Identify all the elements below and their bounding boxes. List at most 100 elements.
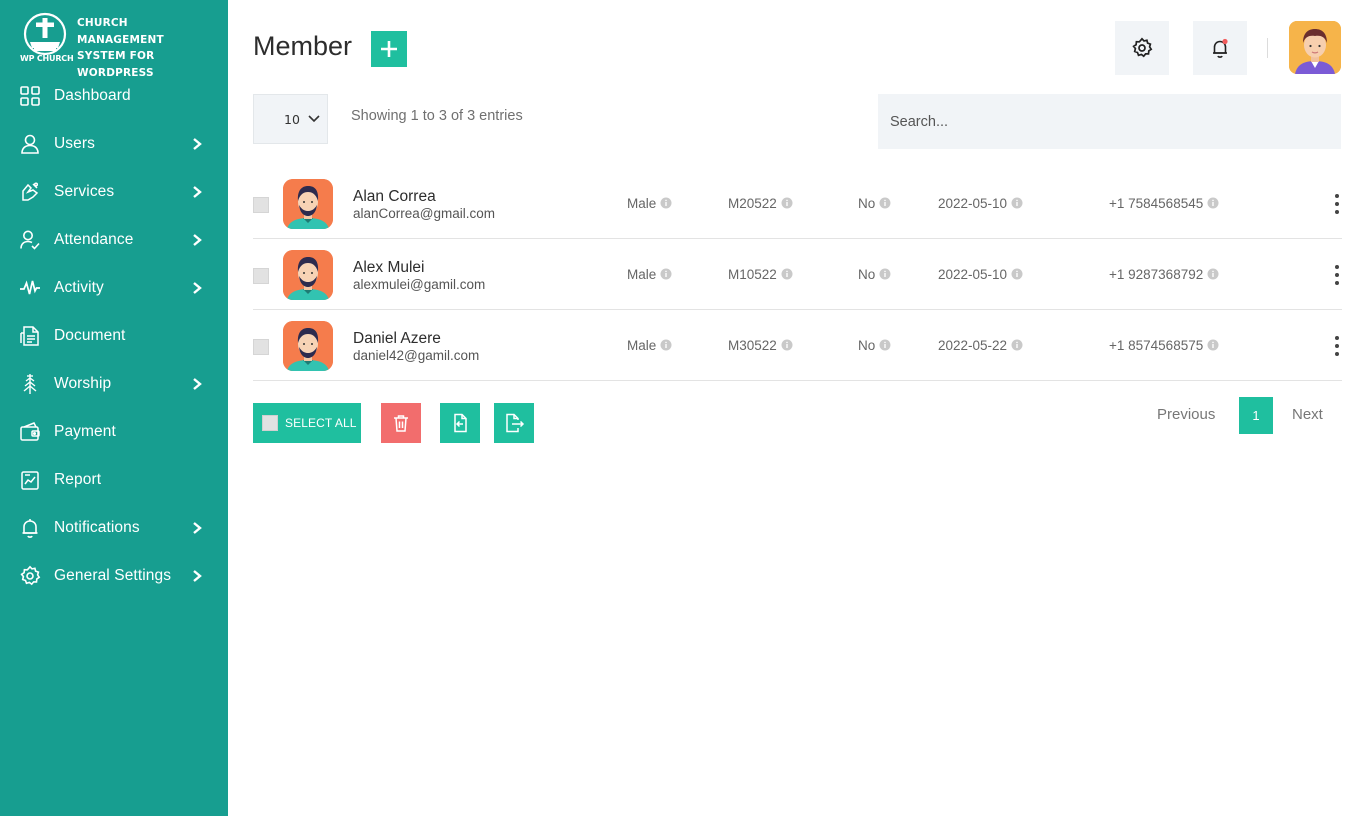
sidebar-item-services[interactable]: Services — [0, 168, 228, 216]
member-id: M20522 — [728, 196, 793, 211]
chevron-right-icon — [193, 138, 202, 150]
sidebar-item-label: Attendance — [54, 231, 134, 248]
info-icon[interactable] — [879, 197, 891, 209]
select-all-label: SELECT ALL — [285, 416, 357, 430]
search-input[interactable] — [878, 94, 1341, 149]
member-avatar — [283, 179, 333, 229]
info-icon[interactable] — [1207, 197, 1219, 209]
brand-caption: WP CHURCH — [20, 54, 74, 63]
attendance-icon — [20, 230, 40, 250]
import-icon — [454, 413, 467, 433]
sidebar-item-users[interactable]: Users — [0, 120, 228, 168]
info-icon[interactable] — [660, 268, 672, 280]
row-checkbox[interactable] — [253, 197, 269, 213]
member-date-value: 2022-05-22 — [938, 338, 1008, 353]
member-avatar — [283, 250, 333, 300]
info-icon[interactable] — [1207, 339, 1219, 351]
member-phone: +1 7584568545 — [1109, 196, 1219, 211]
notifications-button[interactable] — [1193, 21, 1247, 75]
sidebar-item-label: Users — [54, 135, 95, 152]
sidebar-item-activity[interactable]: Activity — [0, 264, 228, 312]
info-icon[interactable] — [781, 197, 793, 209]
info-icon[interactable] — [660, 339, 672, 351]
info-icon[interactable] — [1207, 268, 1219, 280]
activity-icon — [20, 280, 40, 295]
payment-icon — [20, 422, 40, 441]
pagination-next[interactable]: Next — [1292, 406, 1323, 423]
info-icon[interactable] — [1011, 339, 1023, 351]
chevron-right-icon — [193, 570, 202, 582]
info-icon[interactable] — [879, 268, 891, 280]
member-status: No — [858, 196, 891, 211]
sidebar: WP CHURCH CHURCH MANAGEMENT SYSTEM FOR W… — [0, 0, 228, 816]
member-avatar — [283, 321, 333, 371]
user-avatar[interactable] — [1289, 21, 1341, 74]
brand-name-line: CHURCH MANAGEMENT — [77, 17, 164, 46]
row-checkbox[interactable] — [253, 268, 269, 284]
member-email: alexmulei@gamil.com — [353, 277, 486, 292]
sidebar-item-label: Worship — [54, 375, 112, 392]
sidebar-item-payment[interactable]: Payment — [0, 408, 228, 456]
member-name: Daniel Azere — [353, 330, 441, 347]
worship-icon — [23, 374, 37, 394]
more-options-icon[interactable] — [1333, 264, 1341, 286]
sidebar-nav: Dashboard Users Services Attendance Acti… — [0, 72, 228, 600]
sidebar-item-label: Document — [54, 327, 126, 344]
more-options-icon[interactable] — [1333, 193, 1341, 215]
member-date-value: 2022-05-10 — [938, 267, 1008, 282]
pagination-page-current[interactable]: 1 — [1239, 397, 1273, 434]
info-icon[interactable] — [660, 197, 672, 209]
more-options-icon[interactable] — [1333, 335, 1341, 357]
user-icon — [21, 134, 39, 154]
select-all-button[interactable]: SELECT ALL — [253, 403, 361, 443]
plus-icon — [381, 41, 397, 57]
header-divider — [1267, 38, 1268, 58]
member-gender-value: Male — [627, 267, 657, 282]
info-icon[interactable] — [781, 268, 793, 280]
chevron-right-icon — [193, 378, 202, 390]
member-status: No — [858, 267, 891, 282]
import-button[interactable] — [440, 403, 480, 443]
member-status-value: No — [858, 338, 876, 353]
member-phone: +1 9287368792 — [1109, 267, 1219, 282]
sidebar-item-dashboard[interactable]: Dashboard — [0, 72, 228, 120]
user-avatar-icon — [1289, 21, 1341, 74]
member-phone: +1 8574568575 — [1109, 338, 1219, 353]
chevron-right-icon — [193, 282, 202, 294]
sidebar-item-notifications[interactable]: Notifications — [0, 504, 228, 552]
sidebar-item-attendance[interactable]: Attendance — [0, 216, 228, 264]
member-gender-value: Male — [627, 338, 657, 353]
sidebar-item-general-settings[interactable]: General Settings — [0, 552, 228, 600]
row-checkbox[interactable] — [253, 339, 269, 355]
member-id-value: M10522 — [728, 267, 777, 282]
info-icon[interactable] — [1011, 197, 1023, 209]
page-size-select[interactable]: 10 — [253, 94, 328, 144]
member-id-value: M30522 — [728, 338, 777, 353]
sidebar-item-document[interactable]: Document — [0, 312, 228, 360]
brand-name-line: SYSTEM FOR — [77, 50, 155, 62]
member-phone-value: +1 8574568575 — [1109, 338, 1204, 353]
table-row[interactable]: Daniel Azere daniel42@gamil.com Male M30… — [253, 310, 1342, 381]
info-icon[interactable] — [781, 339, 793, 351]
member-date-value: 2022-05-10 — [938, 196, 1008, 211]
entries-info: Showing 1 to 3 of 3 entries — [351, 108, 523, 124]
page-size-value: 10 — [284, 112, 300, 127]
table-row[interactable]: Alex Mulei alexmulei@gamil.com Male M105… — [253, 239, 1342, 310]
bell-icon — [22, 519, 38, 538]
member-status: No — [858, 338, 891, 353]
member-gender: Male — [627, 267, 672, 282]
info-icon[interactable] — [879, 339, 891, 351]
add-member-button[interactable] — [371, 31, 407, 67]
delete-button[interactable] — [381, 403, 421, 443]
table-row[interactable]: Alan Correa alanCorrea@gmail.com Male M2… — [253, 168, 1342, 239]
sidebar-item-label: Activity — [54, 279, 104, 296]
settings-button[interactable] — [1115, 21, 1169, 75]
info-icon[interactable] — [1011, 268, 1023, 280]
sidebar-item-worship[interactable]: Worship — [0, 360, 228, 408]
pagination-previous[interactable]: Previous — [1157, 406, 1215, 423]
sidebar-item-report[interactable]: Report — [0, 456, 228, 504]
document-icon — [20, 326, 39, 346]
brand-logo[interactable]: WP CHURCH CHURCH MANAGEMENT SYSTEM FOR W… — [18, 12, 218, 79]
member-name: Alan Correa — [353, 188, 436, 205]
export-button[interactable] — [494, 403, 534, 443]
